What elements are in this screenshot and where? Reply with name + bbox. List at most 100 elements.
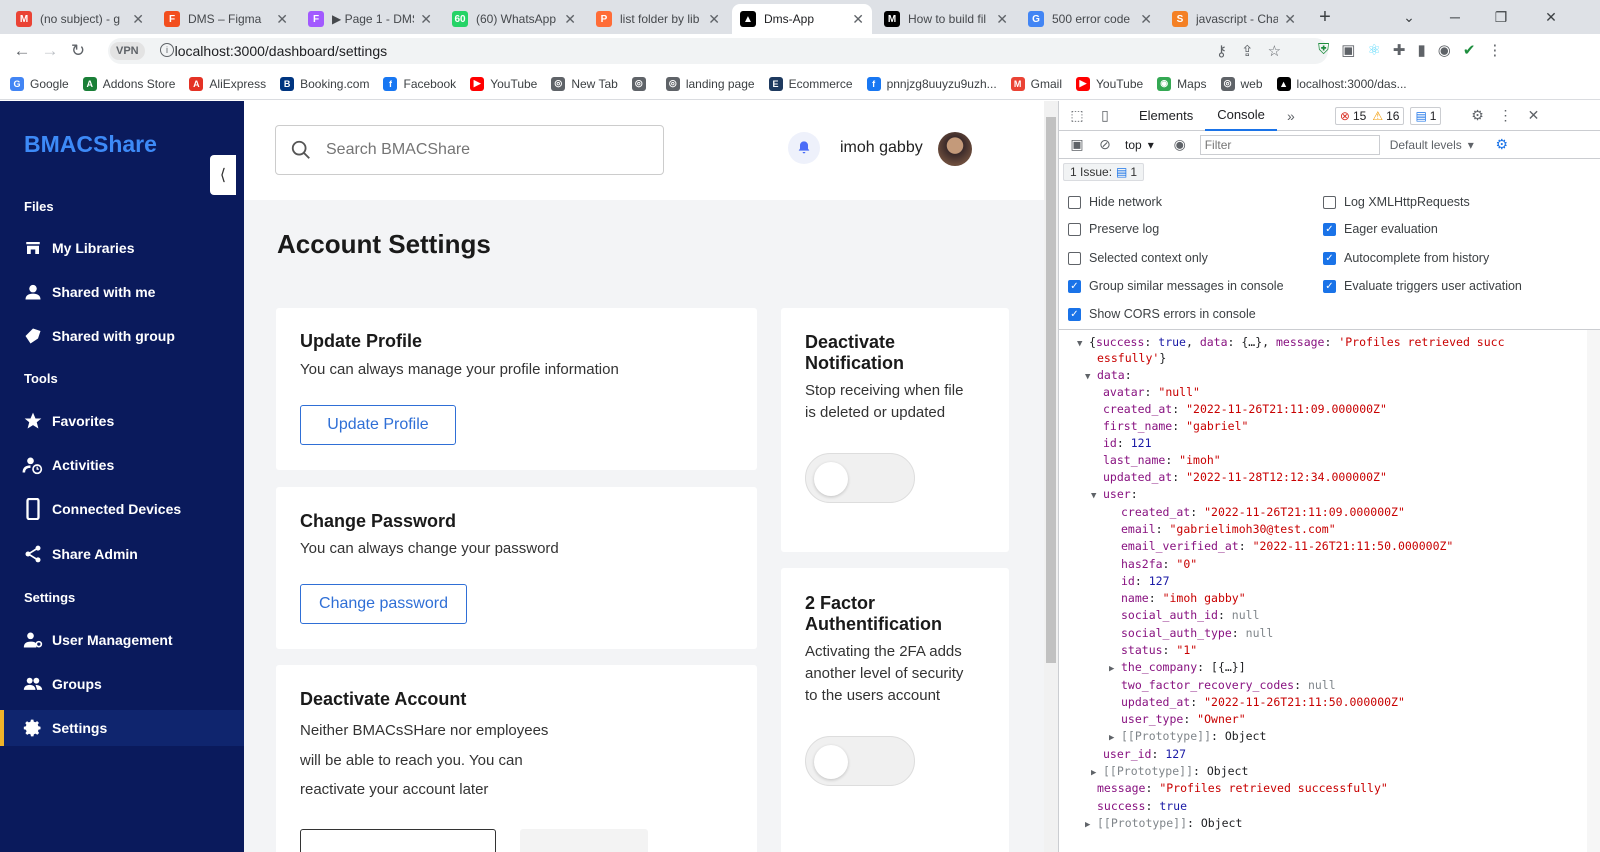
checkbox[interactable]: ✓: [1323, 251, 1336, 265]
browser-tab[interactable]: M How to build fil ✕: [876, 4, 1016, 34]
bookmark-item[interactable]: f Facebook: [383, 76, 456, 91]
expanded-arrow-icon[interactable]: ▼: [1077, 336, 1089, 353]
log-levels-dropdown[interactable]: Default levels ▾: [1390, 138, 1474, 152]
deactivate-account-button[interactable]: [300, 829, 496, 852]
cancel-button[interactable]: [520, 829, 648, 852]
console-option[interactable]: Log XMLHttpRequests: [1323, 195, 1470, 209]
sidebar-item-connected-devices[interactable]: Connected Devices: [0, 491, 244, 527]
back-button[interactable]: ←: [8, 37, 36, 65]
collapsed-arrow-icon[interactable]: ▶: [1085, 817, 1097, 834]
checkbox[interactable]: [1068, 195, 1081, 209]
console-line[interactable]: ▶ [[Prototype]]: Object: [1109, 728, 1266, 747]
close-tab-icon[interactable]: ✕: [1284, 11, 1296, 28]
search-input[interactable]: [326, 141, 646, 159]
close-tab-icon[interactable]: ✕: [420, 11, 432, 28]
tab-search-icon[interactable]: ⌄: [1386, 0, 1432, 34]
console-option[interactable]: ✓ Eager evaluation: [1323, 222, 1438, 236]
expanded-arrow-icon[interactable]: ▼: [1091, 488, 1103, 505]
bookmark-item[interactable]: B Booking.com: [280, 76, 369, 91]
sidebar-item-activities[interactable]: Activities: [0, 447, 244, 483]
checkbox[interactable]: [1068, 222, 1081, 236]
two-factor-toggle[interactable]: [805, 736, 915, 786]
bookmark-item[interactable]: A AliExpress: [189, 76, 266, 91]
checkbox[interactable]: ✓: [1323, 222, 1336, 236]
collapse-sidebar-button[interactable]: ⟨: [210, 155, 236, 195]
bookmark-item[interactable]: ◉ Maps: [1157, 76, 1207, 91]
share-page-icon[interactable]: ⇪: [1241, 42, 1254, 60]
close-window-icon[interactable]: ✕: [1528, 0, 1574, 34]
devtools-settings-gear-icon[interactable]: ⚙: [1463, 101, 1491, 131]
bookmark-item[interactable]: ◎ web: [1220, 76, 1263, 91]
page-scrollbar-thumb[interactable]: [1046, 117, 1056, 663]
checkbox[interactable]: ✓: [1068, 307, 1081, 321]
bookmark-item[interactable]: E Ecommerce: [768, 76, 853, 91]
extension-react-icon[interactable]: ⚛: [1367, 41, 1380, 59]
page-scrollbar[interactable]: [1044, 101, 1058, 852]
profile-icon[interactable]: ◉: [1438, 41, 1451, 59]
collapsed-arrow-icon[interactable]: ▶: [1109, 661, 1121, 678]
bookmark-item[interactable]: ▶ YouTube: [1076, 76, 1143, 91]
sidebar-item-my-libraries[interactable]: My Libraries: [0, 230, 244, 266]
info-icon[interactable]: i: [160, 43, 174, 57]
sidebar-item-shared-with-group[interactable]: Shared with group: [0, 318, 244, 354]
bookmark-item[interactable]: ◎: [631, 76, 652, 91]
collapsed-arrow-icon[interactable]: ▶: [1109, 730, 1121, 747]
context-selector[interactable]: top ▾: [1125, 138, 1154, 152]
close-tab-icon[interactable]: ✕: [852, 11, 864, 28]
sidebar-item-favorites[interactable]: Favorites: [0, 403, 244, 439]
browser-tab[interactable]: M (no subject) - g ✕: [8, 4, 152, 34]
sidebar-item-settings[interactable]: Settings: [0, 710, 244, 746]
notification-bell-icon[interactable]: [788, 132, 820, 164]
device-toolbar-icon[interactable]: ▯: [1091, 101, 1119, 131]
console-filter-input[interactable]: [1199, 134, 1380, 155]
reload-button[interactable]: ↻: [64, 37, 92, 65]
menu-kebab-icon[interactable]: ⋮: [1487, 41, 1502, 59]
console-line[interactable]: ▶ [[Prototype]]: Object: [1085, 815, 1242, 834]
sidebar-item-shared-with-me[interactable]: Shared with me: [0, 274, 244, 310]
console-option[interactable]: Selected context only: [1068, 251, 1208, 265]
vpn-badge[interactable]: VPN: [110, 42, 145, 60]
key-icon[interactable]: ⚷: [1216, 42, 1227, 60]
message-counter[interactable]: ▤ 1: [1410, 106, 1442, 125]
console-scrollbar[interactable]: [1587, 330, 1600, 852]
console-option[interactable]: ✓ Show CORS errors in console: [1068, 307, 1256, 321]
update-profile-button[interactable]: Update Profile: [300, 405, 456, 445]
browser-tab[interactable]: ▲ Dms-App ✕: [732, 4, 872, 34]
omnibox[interactable]: VPN i localhost:3000/dashboard/settings: [108, 38, 1328, 64]
minimize-icon[interactable]: ─: [1432, 0, 1478, 34]
extension-check-icon[interactable]: ✔: [1463, 41, 1476, 59]
close-tab-icon[interactable]: ✕: [1140, 11, 1152, 28]
brand-logo[interactable]: BMACShare: [24, 131, 157, 158]
extensions-puzzle-icon[interactable]: ✚: [1393, 41, 1406, 59]
console-option[interactable]: Preserve log: [1068, 222, 1159, 236]
more-tabs-icon[interactable]: »: [1277, 101, 1305, 131]
tab-elements[interactable]: Elements: [1127, 101, 1205, 131]
bookmark-item[interactable]: ▶ YouTube: [470, 76, 537, 91]
extension-a-icon[interactable]: ▣: [1341, 41, 1355, 59]
close-tab-icon[interactable]: ✕: [996, 11, 1008, 28]
close-tab-icon[interactable]: ✕: [132, 11, 144, 28]
search-box[interactable]: [275, 125, 664, 175]
live-expression-eye-icon[interactable]: ◉: [1166, 130, 1194, 160]
side-panel-icon[interactable]: ▮: [1417, 41, 1425, 59]
sidebar-item-user-management[interactable]: User Management: [0, 622, 244, 658]
deactivate-notification-toggle[interactable]: [805, 453, 915, 503]
close-tab-icon[interactable]: ✕: [708, 11, 720, 28]
sidebar-item-groups[interactable]: Groups: [0, 666, 244, 702]
bookmark-item[interactable]: A Addons Store: [82, 76, 175, 91]
browser-tab[interactable]: G 500 error code ✕: [1020, 4, 1160, 34]
avatar[interactable]: [938, 132, 972, 166]
sidebar-item-share-admin[interactable]: Share Admin: [0, 536, 244, 572]
checkbox[interactable]: ✓: [1068, 279, 1081, 293]
extension-shield-icon[interactable]: ⛨: [1318, 41, 1329, 59]
tab-console[interactable]: Console: [1205, 101, 1277, 131]
console-option[interactable]: ✓ Group similar messages in console: [1068, 279, 1284, 293]
bookmark-item[interactable]: ◎ landing page: [665, 76, 755, 91]
clear-console-icon[interactable]: ⊘: [1091, 130, 1119, 160]
browser-tab[interactable]: Sjavascript - Cha ✕: [1164, 4, 1304, 34]
browser-tab[interactable]: Plist folder by lib ✕: [588, 4, 728, 34]
bookmark-item[interactable]: ◎ New Tab: [551, 76, 618, 91]
bookmark-item[interactable]: ▲ localhost:3000/das...: [1276, 76, 1407, 91]
bookmark-item[interactable]: f pnnjzg8uuyzu9uzh...: [866, 76, 997, 91]
close-tab-icon[interactable]: ✕: [564, 11, 576, 28]
